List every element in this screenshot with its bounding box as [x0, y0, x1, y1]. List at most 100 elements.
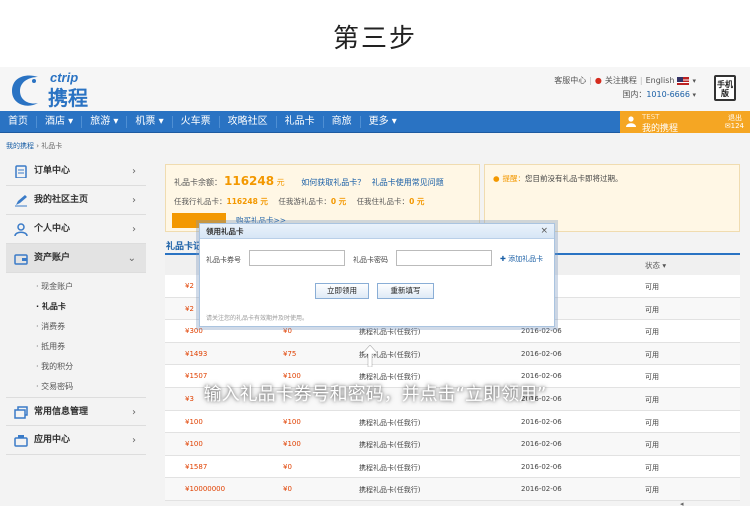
cell-status: 可用 — [645, 305, 659, 314]
cell-amount: ¥300 — [185, 327, 203, 336]
claim-now-button[interactable]: 立即领用 — [315, 283, 369, 299]
my-ctrip-link[interactable]: 我的携程 — [642, 121, 678, 134]
cell-date: 2016-02-06 — [521, 327, 562, 336]
instruction-caption: 输入礼品卡券号和密码，并点击“立即领用” — [203, 384, 547, 405]
how-to-get-link[interactable]: 如何获取礼品卡？ — [301, 178, 365, 187]
cell-type: 携程礼品卡(任我行) — [359, 463, 421, 472]
pagination[interactable]: ◂ — [680, 500, 684, 506]
nav-giftcard[interactable]: 礼品卡 — [277, 116, 324, 128]
breadcrumb-root[interactable]: 我的携程 — [6, 142, 34, 150]
divider: | — [589, 76, 592, 85]
phone-number: 1010-6666 — [646, 90, 690, 99]
balance-unit: 元 — [276, 178, 285, 187]
balance-label: 礼品卡余额： — [174, 178, 222, 187]
submenu-coupons[interactable]: · 消费券 — [36, 317, 146, 337]
claim-gift-card-dialog: 领用礼品卡 × 礼品卡券号 礼品卡密码 ✚ 添加礼品卡 立即领用 重新填写 请关… — [199, 223, 555, 327]
sidebar-item-profile[interactable]: 个人中心 › — [6, 215, 146, 244]
chevron-right-icon: › — [132, 195, 136, 206]
nav-more[interactable]: 更多 ▾ — [361, 116, 405, 128]
logo-latin: ctrip — [50, 70, 78, 85]
follow-link[interactable]: 关注携程 — [605, 75, 637, 86]
submenu-cash-account[interactable]: · 现金账户 — [36, 277, 146, 297]
add-card-label: 添加礼品卡 — [508, 255, 544, 263]
person-icon — [14, 223, 28, 236]
balance-row: 礼品卡余额： 116248 元 如何获取礼品卡？ 礼品卡使用常见问题 — [174, 174, 444, 188]
card-password-label: 礼品卡密码 — [353, 256, 388, 264]
user-id: TEST — [642, 113, 660, 121]
sidebar-item-community[interactable]: 我的社区主页 › — [6, 186, 146, 215]
nav-hotel[interactable]: 酒店 ▾ — [37, 116, 83, 128]
cell-amount: ¥100 — [185, 417, 203, 426]
phone-line: 国内：1010-6666 ▾ — [622, 89, 696, 100]
sidebar: 订单中心 › 我的社区主页 › 个人中心 › 资产账户 ⌄ · 现金账户 · 礼… — [6, 157, 146, 455]
weibo-icon: ● — [594, 76, 602, 85]
cell-status: 可用 — [645, 328, 659, 337]
user-menu[interactable]: TEST 我的携程 退出 ✉124 — [620, 111, 750, 134]
table-row: ¥1587 ¥0 携程礼品卡(任我行) 2016-02-06 可用 — [165, 455, 740, 479]
cell-status: 可用 — [645, 441, 659, 450]
sidebar-item-label: 订单中心 — [34, 166, 71, 176]
step-title: 第三步 — [332, 24, 417, 54]
app-icon — [14, 435, 28, 447]
breakdown-value: 0 元 — [409, 197, 425, 206]
cell-amount: ¥1493 — [185, 349, 208, 358]
cell-date: 2016-02-06 — [521, 462, 562, 471]
warning-icon: ● — [493, 174, 500, 183]
ctrip-logo[interactable]: ctrip 携程 — [8, 69, 118, 109]
chevron-right-icon: › — [132, 224, 136, 235]
site-header: ctrip 携程 客服中心 | ● 关注携程 | English ▾ 国内：10… — [0, 67, 750, 111]
records-tab[interactable]: 礼品卡记 — [166, 239, 202, 252]
nav-guide[interactable]: 攻略社区 — [220, 116, 277, 128]
language-link[interactable]: English — [646, 76, 675, 85]
message-count[interactable]: ✉124 — [725, 122, 744, 130]
status-column-header[interactable]: 状态 ▾ — [645, 260, 666, 271]
nav-train[interactable]: 火车票 — [173, 116, 220, 128]
balance-amount: 116248 — [224, 174, 275, 188]
user-icon — [626, 116, 636, 127]
close-icon[interactable]: × — [540, 224, 548, 239]
browser-screenshot: ctrip 携程 客服中心 | ● 关注携程 | English ▾ 国内：10… — [0, 67, 750, 506]
sidebar-item-assets[interactable]: 资产账户 ⌄ — [6, 244, 146, 273]
sidebar-item-label: 我的社区主页 — [34, 195, 89, 205]
us-flag-icon[interactable] — [677, 76, 690, 85]
cell-balance: ¥0 — [283, 485, 292, 494]
chevron-down-icon[interactable]: ▾ — [692, 77, 696, 85]
dialog-header: 领用礼品卡 × — [200, 224, 554, 239]
breakdown-value: 0 元 — [330, 197, 347, 206]
prev-page-icon[interactable]: ◂ — [680, 500, 684, 506]
submenu-gift-card[interactable]: · 礼品卡 — [36, 297, 146, 317]
table-row: ¥100 ¥100 携程礼品卡(任我行) 2016-02-06 可用 — [165, 410, 740, 434]
faq-link[interactable]: 礼品卡使用常见问题 — [372, 178, 444, 187]
sidebar-item-label: 常用信息管理 — [34, 407, 89, 417]
chevron-down-icon[interactable]: ▾ — [692, 91, 696, 99]
breakdown-value: 116248 元 — [226, 197, 268, 206]
cell-status: 可用 — [645, 486, 659, 495]
table-row: ¥10000000 ¥0 携程礼品卡(任我行) 2016-02-06 可用 — [165, 478, 740, 501]
cell-amount: ¥10000000 — [185, 485, 226, 494]
sidebar-item-label: 个人中心 — [34, 224, 71, 234]
submenu-vouchers[interactable]: · 抵用券 — [36, 337, 146, 357]
add-card-link[interactable]: ✚ 添加礼品卡 — [500, 254, 543, 264]
nav-home[interactable]: 首页 — [0, 116, 37, 128]
nav-business[interactable]: 商旅 — [324, 116, 361, 128]
sidebar-item-label: 资产账户 — [34, 253, 71, 263]
sidebar-item-orders[interactable]: 订单中心 › — [6, 157, 146, 186]
nav-travel[interactable]: 旅游 ▾ — [82, 116, 128, 128]
balance-panel: 礼品卡余额： 116248 元 如何获取礼品卡？ 礼品卡使用常见问题 任我行礼品卡… — [165, 164, 480, 232]
card-password-input[interactable] — [396, 250, 492, 266]
plus-icon: ✚ — [500, 255, 506, 263]
nav-flight[interactable]: 机票 ▾ — [127, 116, 173, 128]
reset-button[interactable]: 重新填写 — [377, 283, 434, 299]
chevron-right-icon: › — [132, 166, 136, 177]
notice-title: 提醒： — [502, 174, 526, 183]
sidebar-item-apps[interactable]: 应用中心 › — [6, 426, 146, 455]
mobile-app-button[interactable]: 手机版 — [714, 75, 736, 101]
chevron-down-icon: ⌄ — [127, 253, 136, 264]
cards-icon — [14, 406, 28, 419]
table-row: ¥100 ¥100 携程礼品卡(任我行) 2016-02-06 可用 — [165, 433, 740, 456]
submenu-points[interactable]: · 我的积分 — [36, 357, 146, 377]
customer-service-link[interactable]: 客服中心 — [554, 75, 586, 86]
expiry-notice: ● 提醒：您目前没有礼品卡即将过期。 — [484, 164, 740, 232]
up-arrow-icon — [362, 345, 378, 367]
card-number-input[interactable] — [249, 250, 345, 266]
